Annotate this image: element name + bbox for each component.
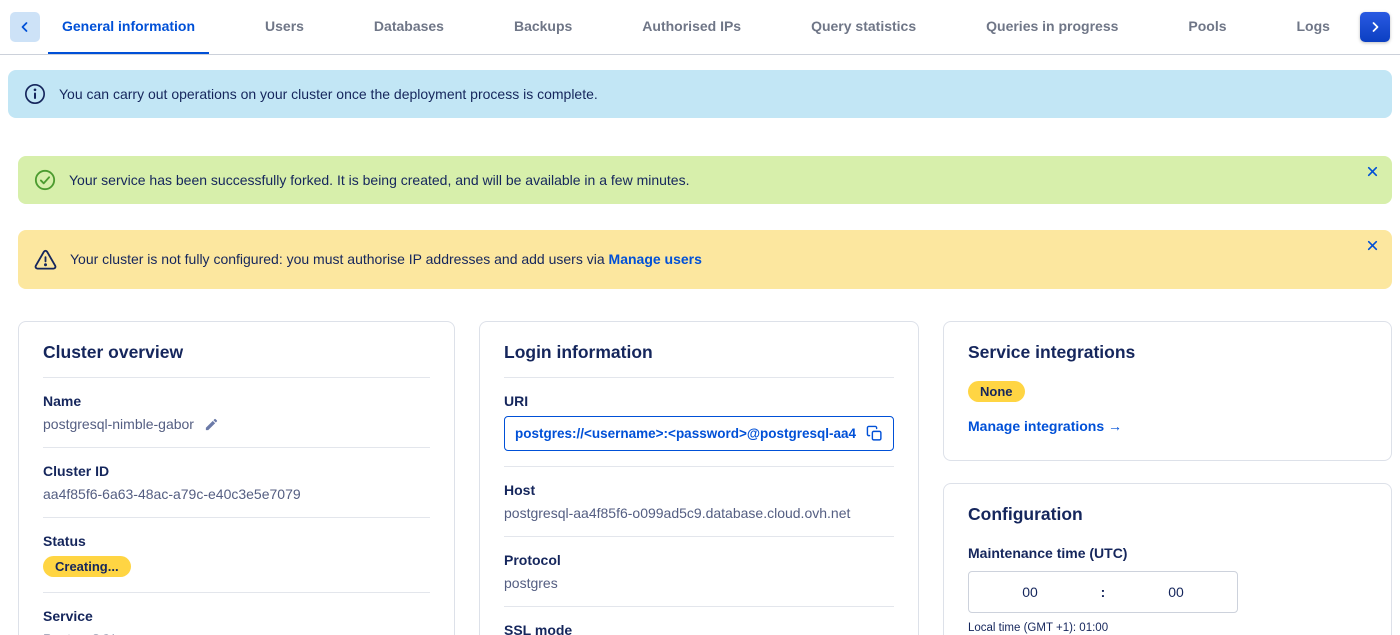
service-integrations-card: Service integrations None Manage integra… [943, 321, 1392, 461]
status-label: Status [43, 533, 430, 549]
protocol-label: Protocol [504, 552, 894, 568]
chevron-left-icon [19, 21, 31, 33]
uri-label: URI [504, 393, 894, 409]
cluster-overview-title: Cluster overview [43, 342, 430, 378]
success-banner: Your service has been successfully forke… [18, 156, 1392, 204]
local-time-text: Local time (GMT +1): 01:00 [968, 622, 1367, 634]
close-icon[interactable] [1364, 163, 1381, 180]
tab-queries-in-progress[interactable]: Queries in progress [972, 0, 1132, 54]
ssl-mode-label: SSL mode [504, 622, 894, 635]
service-label: Service [43, 608, 430, 624]
configuration-card: Configuration Maintenance time (UTC) 00 … [943, 483, 1392, 635]
warning-banner: Your cluster is not fully configured: yo… [18, 230, 1392, 289]
cards-area: Cluster overview Name postgresql-nimble-… [18, 321, 1392, 635]
copy-icon [866, 425, 883, 442]
field-cluster-id: Cluster ID aa4f85f6-6a63-48ac-a79c-e40c3… [43, 448, 430, 518]
field-name: Name postgresql-nimble-gabor [43, 378, 430, 448]
tab-list: General information Users Databases Back… [40, 0, 1352, 54]
maintenance-minute-field[interactable]: 00 [1115, 584, 1237, 600]
tab-users[interactable]: Users [251, 0, 318, 54]
field-service: Service PostgreSQL [43, 593, 430, 635]
tabs-prev-button[interactable] [10, 12, 40, 42]
field-protocol: Protocol postgres [504, 537, 894, 607]
field-uri: URI postgres://<username>:<password>@pos… [504, 378, 894, 467]
protocol-value: postgres [504, 575, 894, 591]
info-banner: You can carry out operations on your clu… [8, 70, 1392, 118]
login-information-card: Login information URI postgres://<userna… [479, 321, 919, 635]
time-separator: : [1091, 584, 1115, 600]
maintenance-hour-field[interactable]: 00 [969, 584, 1091, 600]
tab-bar: General information Users Databases Back… [0, 0, 1400, 55]
warning-banner-text: Your cluster is not fully configured: yo… [70, 250, 702, 269]
status-badge: Creating... [43, 556, 131, 577]
cluster-id-label: Cluster ID [43, 463, 430, 479]
maintenance-time-label: Maintenance time (UTC) [968, 545, 1367, 561]
manage-integrations-link[interactable]: Manage integrations → [968, 418, 1122, 434]
host-value: postgresql-aa4f85f6-o099ad5c9.database.c… [504, 505, 894, 521]
success-banner-text: Your service has been successfully forke… [69, 171, 689, 190]
warning-icon [34, 248, 57, 271]
field-host: Host postgresql-aa4f85f6-o099ad5c9.datab… [504, 467, 894, 537]
manage-users-link[interactable]: Manage users [609, 251, 702, 267]
tab-pools[interactable]: Pools [1174, 0, 1240, 54]
uri-value: postgres://<username>:<password>@postgre… [515, 426, 856, 441]
copy-uri-button[interactable] [866, 425, 883, 442]
configuration-title: Configuration [968, 504, 1367, 525]
tab-databases[interactable]: Databases [360, 0, 458, 54]
field-ssl-mode: SSL mode Mandatory [504, 607, 894, 635]
tab-backups[interactable]: Backups [500, 0, 586, 54]
info-icon [24, 83, 46, 105]
tab-general-information[interactable]: General information [48, 0, 209, 54]
tab-authorised-ips[interactable]: Authorised IPs [628, 0, 755, 54]
chevron-right-icon [1369, 21, 1381, 33]
tabs-next-button[interactable] [1360, 12, 1390, 42]
name-label: Name [43, 393, 430, 409]
warning-text: Your cluster is not fully configured: yo… [70, 251, 605, 267]
pencil-icon [204, 417, 219, 432]
service-value: PostgreSQL [43, 631, 430, 635]
login-information-title: Login information [504, 342, 894, 378]
host-label: Host [504, 482, 894, 498]
info-banner-text: You can carry out operations on your clu… [59, 85, 598, 104]
service-integrations-title: Service integrations [968, 342, 1367, 363]
close-icon[interactable] [1364, 237, 1381, 254]
edit-name-button[interactable] [204, 417, 219, 432]
field-status: Status Creating... [43, 518, 430, 593]
maintenance-time-input[interactable]: 00 : 00 [968, 571, 1238, 613]
tab-query-statistics[interactable]: Query statistics [797, 0, 930, 54]
cluster-id-value: aa4f85f6-6a63-48ac-a79c-e40c3e5e7079 [43, 486, 430, 502]
cluster-overview-card: Cluster overview Name postgresql-nimble-… [18, 321, 455, 635]
integrations-badge: None [968, 381, 1025, 402]
tab-logs[interactable]: Logs [1283, 0, 1344, 54]
cluster-name-value: postgresql-nimble-gabor [43, 416, 194, 432]
check-circle-icon [34, 169, 56, 191]
uri-box: postgres://<username>:<password>@postgre… [504, 416, 894, 451]
